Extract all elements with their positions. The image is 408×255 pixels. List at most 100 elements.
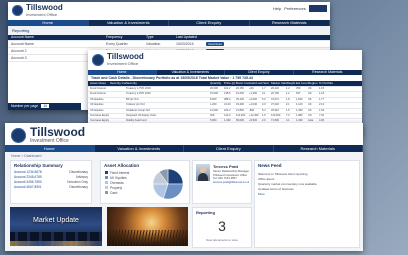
legend-label: UK Equities bbox=[110, 175, 127, 180]
table-cell: 7.0 bbox=[286, 113, 290, 117]
tab-enquiry[interactable]: Client Enquiry bbox=[225, 70, 294, 75]
logout-button[interactable]: Logout bbox=[308, 5, 327, 12]
list-item[interactable]: Account 4567-8901 Discretionary bbox=[14, 185, 88, 190]
market-update-tile[interactable]: Market Update bbox=[10, 207, 102, 246]
table-cell: 412.0 bbox=[224, 113, 231, 117]
table-cell: 1.15 bbox=[319, 87, 325, 90]
table-cell bbox=[110, 114, 126, 118]
table-cell: 1,200 bbox=[210, 103, 217, 107]
table-cell: UK Equities bbox=[90, 108, 104, 112]
legend-label: Property bbox=[110, 185, 123, 190]
table-cell: 224.3 bbox=[224, 108, 231, 112]
table-cell: 6.2 bbox=[262, 97, 266, 101]
river-reflection bbox=[10, 241, 102, 246]
main-nav: Home Valuation & Investments Client Enqu… bbox=[8, 20, 330, 26]
tab-research[interactable]: Research Materials bbox=[294, 70, 362, 75]
logo-globe-icon bbox=[12, 5, 23, 16]
table-cell: Fixed Interest bbox=[90, 92, 106, 96]
table-cell: 1.77 bbox=[319, 97, 325, 101]
table-cell: 3.1 bbox=[262, 92, 266, 96]
legend-swatch bbox=[105, 191, 108, 194]
pager-select[interactable]: 10 bbox=[41, 104, 50, 108]
table-cell: Unilever plc Ord bbox=[126, 103, 145, 107]
reporting-count: 3 bbox=[218, 218, 226, 234]
brand-logo[interactable]: Tillswood Investment Office bbox=[11, 126, 85, 144]
table-cell: 388.4 bbox=[224, 97, 231, 101]
tab-research[interactable]: Research Materials bbox=[274, 145, 363, 152]
relationship-summary-panel: Relationship Summary Account 1234-5678 D… bbox=[10, 160, 92, 204]
table-cell: 27,800 bbox=[236, 108, 244, 112]
table-cell: 12,000 bbox=[210, 108, 218, 112]
table-cell bbox=[110, 92, 126, 96]
table-cell bbox=[110, 103, 126, 107]
table-cell: 7.02 bbox=[319, 113, 325, 117]
table-cell: 1.18 bbox=[319, 92, 325, 96]
brand-logo[interactable]: Tillswood Investment Office bbox=[92, 53, 144, 66]
main-nav: Home Valuation & Investments Client Enqu… bbox=[88, 70, 362, 75]
table-cell: +2,000 bbox=[249, 97, 258, 101]
col-updated: Last Updated bbox=[176, 35, 197, 39]
tab-home[interactable]: Home bbox=[88, 70, 157, 75]
table-cell: 123,600 bbox=[271, 113, 281, 117]
table-cell: UK bbox=[308, 92, 312, 96]
news-feed-panel: News Feed Welcome to Tillswood client re… bbox=[254, 160, 360, 248]
reporting-panel[interactable]: Reporting 3 New documents to view bbox=[192, 207, 252, 248]
sunset-field-tile[interactable] bbox=[107, 207, 188, 246]
brand-name: Tillswood bbox=[107, 52, 144, 61]
table-cell: 26,916 bbox=[271, 108, 279, 112]
brand-logo[interactable]: Tillswood Investment Office bbox=[12, 4, 63, 17]
grass-silhouette bbox=[107, 230, 188, 246]
table-cell: 350 bbox=[296, 87, 301, 90]
tab-enquiry[interactable]: Client Enquiry bbox=[184, 145, 274, 152]
table-cell: 637 bbox=[296, 92, 301, 96]
news-more-link[interactable]: More bbox=[258, 192, 356, 197]
legend-label: Cash bbox=[110, 190, 118, 195]
table-cell: +4,040 bbox=[249, 103, 258, 107]
allocation-legend: Fixed Interest UK Equities Overseas Propert… bbox=[105, 170, 129, 195]
brand-name: Tillswood bbox=[30, 125, 86, 139]
table-cell: 37,440 bbox=[271, 103, 279, 107]
pager-bar: Number per page 10 bbox=[8, 103, 81, 110]
download-button[interactable]: Download bbox=[206, 42, 224, 46]
tab-home[interactable]: Home bbox=[5, 145, 95, 152]
table-cell: Treasury 1.75% 2019 bbox=[126, 87, 151, 90]
table-cell: US bbox=[308, 113, 312, 117]
allocation-pie-chart bbox=[152, 168, 184, 200]
tab-enquiry[interactable]: Client Enquiry bbox=[169, 20, 250, 26]
table-cell: 2.1 bbox=[286, 103, 290, 107]
tab-valuations[interactable]: Valuation & Investments bbox=[89, 20, 169, 26]
table-cell: 300 bbox=[210, 113, 215, 117]
table-cell: UK Equities bbox=[90, 97, 104, 101]
brand-subtitle: Investment Office bbox=[26, 12, 58, 17]
table-cell: Treasury 4.25% 2032 bbox=[126, 92, 151, 96]
table-cell: +1,390 bbox=[249, 92, 258, 96]
table-row: Account Name Every Quarter Valuation 15/… bbox=[8, 41, 330, 48]
help-link[interactable]: Help bbox=[273, 6, 281, 11]
market-update-label: Market Update bbox=[33, 217, 79, 224]
table-cell: 1.7 bbox=[262, 87, 266, 90]
table-cell: +90 bbox=[249, 87, 254, 90]
table-cell: 138.6 bbox=[224, 92, 231, 96]
tab-valuations[interactable]: Valuation & Investments bbox=[95, 145, 184, 152]
tab-valuations[interactable]: Valuation & Investments bbox=[157, 70, 225, 75]
table-cell: 110,200 bbox=[236, 113, 246, 117]
contact-panel: Tercess Pratt Senior Relationship Manage… bbox=[192, 160, 252, 204]
table-cell: 1.8 bbox=[286, 97, 290, 101]
avatar bbox=[196, 164, 210, 181]
table-cell bbox=[110, 109, 126, 113]
table-cell: 20,000 bbox=[210, 87, 218, 90]
table-cell: UK bbox=[308, 108, 312, 112]
tab-home[interactable]: Home bbox=[8, 20, 89, 26]
table-cell: 3,120 bbox=[224, 103, 231, 107]
preferences-link[interactable]: Preferences bbox=[284, 6, 306, 11]
table-cell: 3.0 bbox=[262, 103, 266, 107]
table-cell: 1,120 bbox=[296, 103, 303, 107]
tab-research[interactable]: Research Materials bbox=[250, 20, 330, 26]
table-cell: 29,100 bbox=[236, 97, 244, 101]
col-frequency: Frequency bbox=[106, 35, 123, 39]
table-cell: +13,400 bbox=[249, 113, 259, 117]
logo-globe-icon bbox=[92, 53, 104, 66]
brand-name: Tillswood bbox=[26, 3, 63, 12]
table-cell: 101.2 bbox=[224, 87, 231, 90]
contact-email[interactable]: tercess.pratt@tillswood.co.uk bbox=[213, 181, 249, 185]
